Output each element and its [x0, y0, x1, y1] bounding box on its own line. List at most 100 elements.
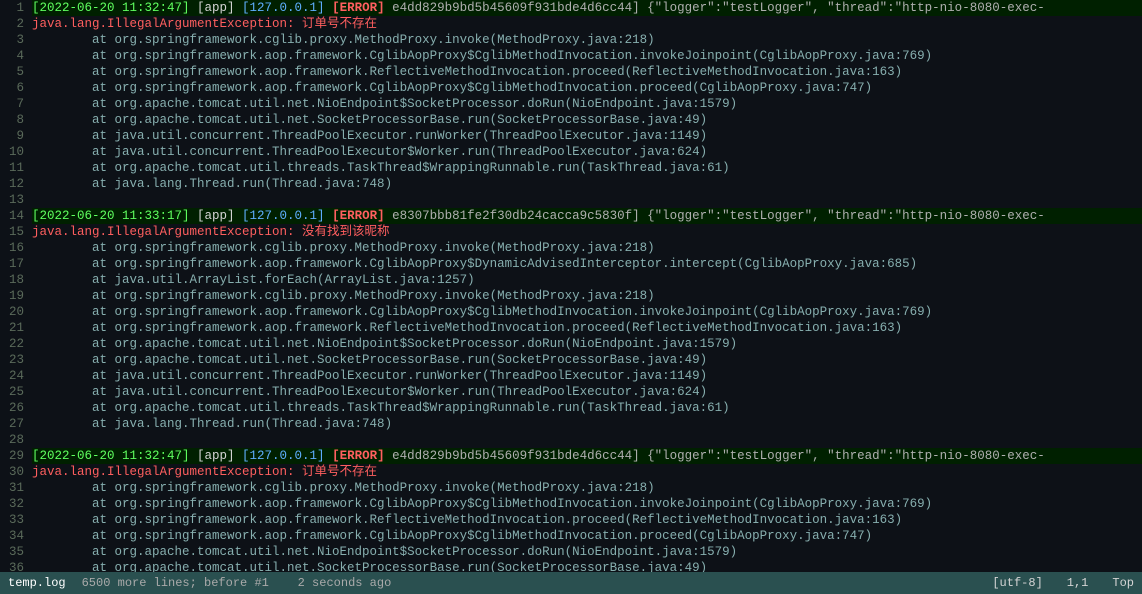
line-part: at java.util.concurrent.ThreadPoolExecut…	[32, 145, 707, 159]
line-part: [2022-06-20 11:32:47]	[32, 1, 190, 15]
line-content-14: [2022-06-20 11:33:17] [app] [127.0.0.1] …	[32, 208, 1142, 224]
status-filename: temp.log	[8, 576, 66, 590]
status-encoding: [utf-8]	[992, 576, 1042, 590]
line-part: e8307bbb81fe2f30db24cacca9c5830f] {"logg…	[385, 209, 1045, 223]
line-5: 5 at org.springframework.aop.framework.R…	[0, 64, 1142, 80]
line-part: [app]	[190, 449, 243, 463]
line-content-11: at org.apache.tomcat.util.threads.TaskTh…	[32, 160, 1142, 176]
line-10: 10 at java.util.concurrent.ThreadPoolExe…	[0, 144, 1142, 160]
line-part: [127.0.0.1]	[242, 449, 325, 463]
line-13: 13	[0, 192, 1142, 208]
line-part: at org.springframework.cglib.proxy.Metho…	[32, 289, 655, 303]
line-part: [ERROR]	[332, 209, 385, 223]
line-12: 12 at java.lang.Thread.run(Thread.java:7…	[0, 176, 1142, 192]
line-29: 29[2022-06-20 11:32:47] [app] [127.0.0.1…	[0, 448, 1142, 464]
line-number-13: 13	[0, 192, 32, 208]
line-part: at org.springframework.aop.framework.Ref…	[32, 65, 902, 79]
line-content-28	[32, 432, 1142, 448]
line-19: 19 at org.springframework.cglib.proxy.Me…	[0, 288, 1142, 304]
line-number-17: 17	[0, 256, 32, 272]
line-number-8: 8	[0, 112, 32, 128]
line-content-8: at org.apache.tomcat.util.net.SocketProc…	[32, 112, 1142, 128]
line-part: e4dd829b9bd5b45609f931bde4d6cc44] {"logg…	[385, 1, 1045, 15]
line-part: at org.springframework.cglib.proxy.Metho…	[32, 481, 655, 495]
line-8: 8 at org.apache.tomcat.util.net.SocketPr…	[0, 112, 1142, 128]
status-left: temp.log 6500 more lines; before #1 2 se…	[8, 576, 391, 590]
status-right: [utf-8] 1,1 Top	[992, 576, 1134, 590]
line-number-26: 26	[0, 400, 32, 416]
line-26: 26 at org.apache.tomcat.util.threads.Tas…	[0, 400, 1142, 416]
line-part: at org.apache.tomcat.util.net.SocketProc…	[32, 561, 707, 572]
line-part: at org.springframework.aop.framework.Cgl…	[32, 81, 872, 95]
line-part: at org.springframework.aop.framework.Cgl…	[32, 49, 932, 63]
line-part: [ERROR]	[332, 1, 385, 15]
line-number-33: 33	[0, 512, 32, 528]
line-part: at org.springframework.aop.framework.Cgl…	[32, 497, 932, 511]
line-part: at org.springframework.aop.framework.Cgl…	[32, 305, 932, 319]
line-number-29: 29	[0, 448, 32, 464]
line-32: 32 at org.springframework.aop.framework.…	[0, 496, 1142, 512]
line-part: 没有找到该昵称	[295, 225, 390, 239]
line-3: 3 at org.springframework.cglib.proxy.Met…	[0, 32, 1142, 48]
line-content-23: at org.apache.tomcat.util.net.SocketProc…	[32, 352, 1142, 368]
line-16: 16 at org.springframework.cglib.proxy.Me…	[0, 240, 1142, 256]
line-content-35: at org.apache.tomcat.util.net.NioEndpoin…	[32, 544, 1142, 560]
line-17: 17 at org.springframework.aop.framework.…	[0, 256, 1142, 272]
line-content-13	[32, 192, 1142, 208]
line-36: 36 at org.apache.tomcat.util.net.SocketP…	[0, 560, 1142, 572]
line-content-6: at org.springframework.aop.framework.Cgl…	[32, 80, 1142, 96]
line-7: 7 at org.apache.tomcat.util.net.NioEndpo…	[0, 96, 1142, 112]
editor-area: 1[2022-06-20 11:32:47] [app] [127.0.0.1]…	[0, 0, 1142, 572]
line-number-14: 14	[0, 208, 32, 224]
line-18: 18 at java.util.ArrayList.forEach(ArrayL…	[0, 272, 1142, 288]
line-part: at org.springframework.aop.framework.Ref…	[32, 321, 902, 335]
line-2: 2java.lang.IllegalArgumentException: 订单号…	[0, 16, 1142, 32]
line-number-32: 32	[0, 496, 32, 512]
line-number-6: 6	[0, 80, 32, 96]
line-content-25: at java.util.concurrent.ThreadPoolExecut…	[32, 384, 1142, 400]
line-content-15: java.lang.IllegalArgumentException: 没有找到…	[32, 224, 1142, 240]
line-number-28: 28	[0, 432, 32, 448]
line-content-31: at org.springframework.cglib.proxy.Metho…	[32, 480, 1142, 496]
line-9: 9 at java.util.concurrent.ThreadPoolExec…	[0, 128, 1142, 144]
line-number-25: 25	[0, 384, 32, 400]
line-number-21: 21	[0, 320, 32, 336]
line-part: at org.apache.tomcat.util.net.NioEndpoin…	[32, 97, 737, 111]
line-part	[325, 449, 333, 463]
status-more-lines: 6500 more lines; before #1 2 seconds ago	[82, 576, 392, 590]
line-part: at org.apache.tomcat.util.net.SocketProc…	[32, 113, 707, 127]
line-6: 6 at org.springframework.aop.framework.C…	[0, 80, 1142, 96]
line-part: [ERROR]	[332, 449, 385, 463]
line-content-21: at org.springframework.aop.framework.Ref…	[32, 320, 1142, 336]
line-20: 20 at org.springframework.aop.framework.…	[0, 304, 1142, 320]
line-content-26: at org.apache.tomcat.util.threads.TaskTh…	[32, 400, 1142, 416]
line-part	[325, 209, 333, 223]
line-number-22: 22	[0, 336, 32, 352]
line-content-18: at java.util.ArrayList.forEach(ArrayList…	[32, 272, 1142, 288]
line-part: 订单号不存在	[295, 465, 378, 479]
status-bar: temp.log 6500 more lines; before #1 2 se…	[0, 572, 1142, 594]
line-content-4: at org.springframework.aop.framework.Cgl…	[32, 48, 1142, 64]
line-15: 15java.lang.IllegalArgumentException: 没有…	[0, 224, 1142, 240]
line-number-35: 35	[0, 544, 32, 560]
status-scroll: Top	[1112, 576, 1134, 590]
line-number-10: 10	[0, 144, 32, 160]
line-part: at org.springframework.aop.framework.Ref…	[32, 513, 902, 527]
line-number-2: 2	[0, 16, 32, 32]
line-number-18: 18	[0, 272, 32, 288]
line-31: 31 at org.springframework.cglib.proxy.Me…	[0, 480, 1142, 496]
line-22: 22 at org.apache.tomcat.util.net.NioEndp…	[0, 336, 1142, 352]
line-part: at java.lang.Thread.run(Thread.java:748)	[32, 417, 392, 431]
line-part: at java.lang.Thread.run(Thread.java:748)	[32, 177, 392, 191]
line-part: at org.springframework.aop.framework.Cgl…	[32, 257, 917, 271]
line-14: 14[2022-06-20 11:33:17] [app] [127.0.0.1…	[0, 208, 1142, 224]
line-content-5: at org.springframework.aop.framework.Ref…	[32, 64, 1142, 80]
line-1: 1[2022-06-20 11:32:47] [app] [127.0.0.1]…	[0, 0, 1142, 16]
line-content-22: at org.apache.tomcat.util.net.NioEndpoin…	[32, 336, 1142, 352]
line-number-24: 24	[0, 368, 32, 384]
line-content-12: at java.lang.Thread.run(Thread.java:748)	[32, 176, 1142, 192]
line-content-3: at org.springframework.cglib.proxy.Metho…	[32, 32, 1142, 48]
line-content-36: at org.apache.tomcat.util.net.SocketProc…	[32, 560, 1142, 572]
line-content-20: at org.springframework.aop.framework.Cgl…	[32, 304, 1142, 320]
line-24: 24 at java.util.concurrent.ThreadPoolExe…	[0, 368, 1142, 384]
